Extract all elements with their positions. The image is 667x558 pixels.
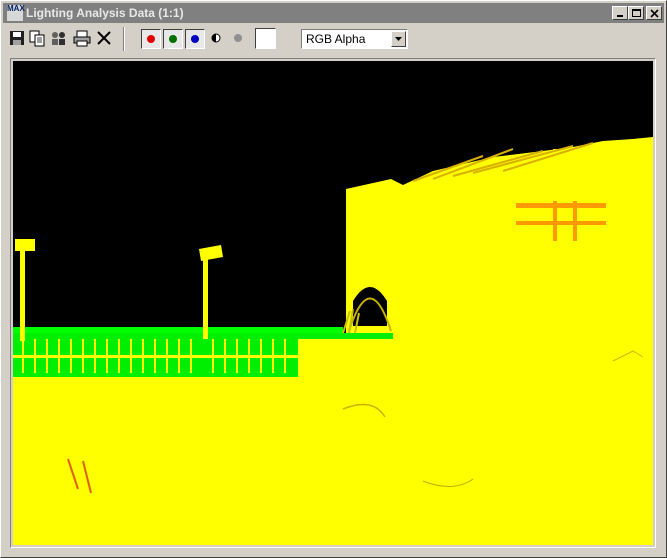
minimize-icon: [617, 15, 623, 17]
title-bar[interactable]: MAX Lighting Analysis Data (1:1): [3, 3, 664, 23]
toolbar: RGB Alpha: [3, 25, 664, 53]
app-icon: MAX: [7, 5, 25, 21]
maximize-icon: [632, 9, 641, 17]
rendered-scene: [13, 61, 653, 545]
monochrome-icon[interactable]: [207, 29, 225, 47]
green-channel-button[interactable]: [163, 29, 183, 49]
chevron-down-icon[interactable]: [391, 31, 406, 47]
red-dot-icon: [147, 35, 155, 43]
clear-icon[interactable]: [95, 29, 113, 47]
clone-icon[interactable]: [28, 29, 46, 47]
close-icon: [650, 9, 659, 18]
green-dot-icon: [169, 35, 177, 43]
background-color-swatch[interactable]: [255, 28, 276, 49]
red-channel-button[interactable]: [141, 29, 161, 49]
channel-display-select[interactable]: RGB Alpha: [301, 29, 408, 49]
close-button[interactable]: [646, 6, 662, 20]
toolbar-separator: [123, 27, 125, 51]
render-frame: [10, 58, 656, 548]
alpha-icon[interactable]: [229, 29, 247, 47]
print-icon[interactable]: [73, 29, 91, 47]
window-title: Lighting Analysis Data (1:1): [26, 6, 184, 20]
blue-dot-icon: [191, 35, 199, 43]
minimize-button[interactable]: [612, 6, 628, 20]
lighting-render-viewport[interactable]: [13, 61, 653, 545]
maximize-button[interactable]: [628, 6, 644, 20]
blue-channel-button[interactable]: [185, 29, 205, 49]
multi-user-icon[interactable]: [50, 29, 68, 47]
lighting-analysis-window: MAX Lighting Analysis Data (1:1) RGB Alp…: [0, 0, 667, 558]
save-icon[interactable]: [8, 29, 26, 47]
channel-display-value: RGB Alpha: [306, 32, 366, 46]
